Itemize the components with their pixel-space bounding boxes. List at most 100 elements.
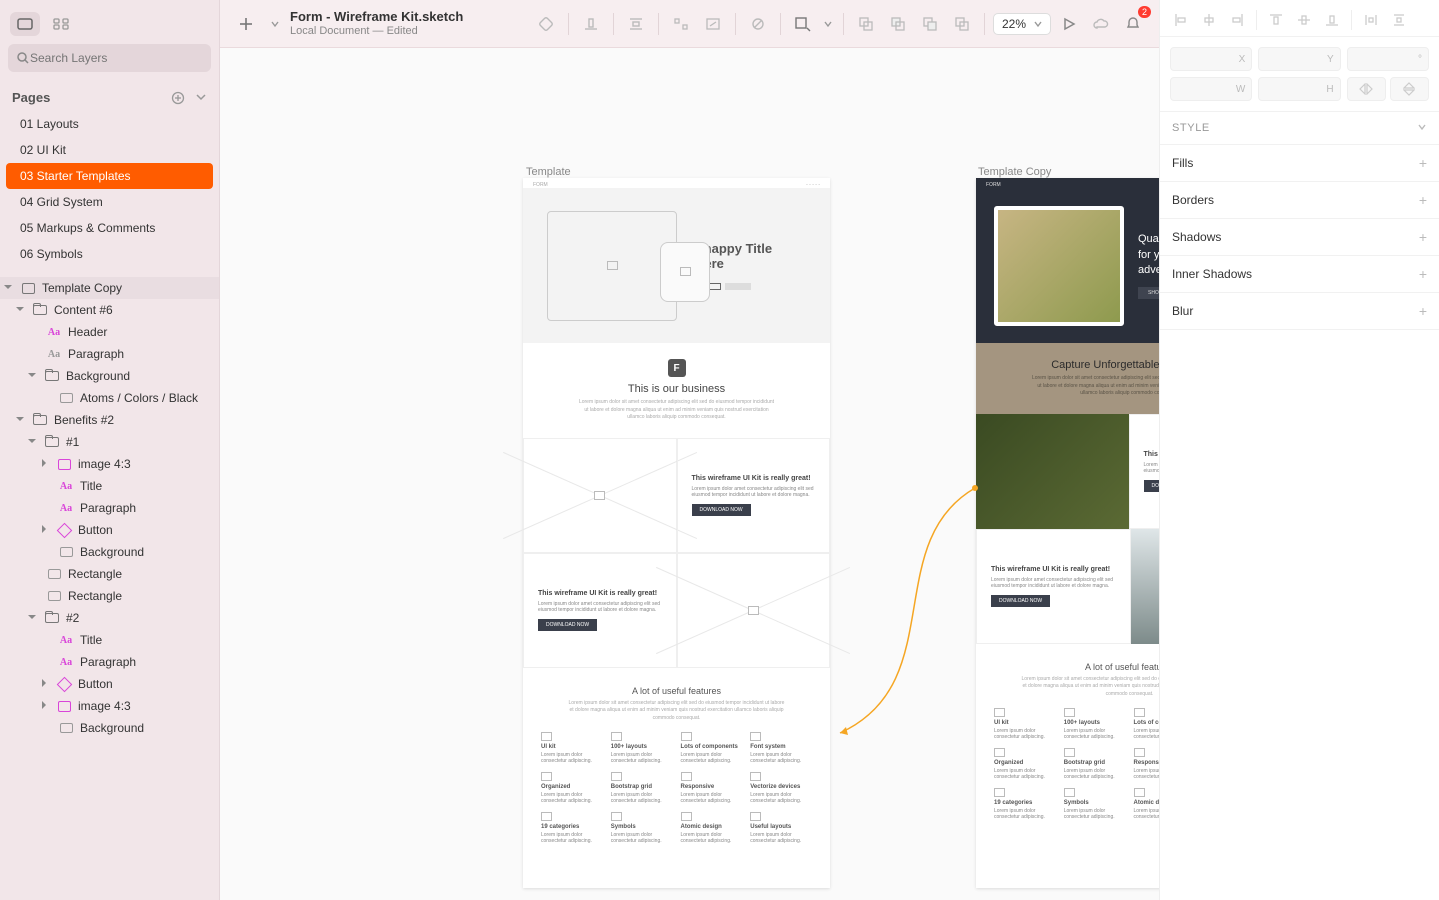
layer-artboard[interactable]: Template Copy [0,277,219,299]
distribute-v-icon[interactable] [1388,10,1410,30]
union-icon[interactable] [852,10,880,38]
artboard-label[interactable]: Template [526,166,571,178]
layers-view-button[interactable] [10,12,40,36]
layer-rect[interactable]: Atoms / Colors / Black [0,387,219,409]
cloud-icon[interactable] [1087,10,1115,38]
mask-icon[interactable] [744,10,772,38]
layers-panel: Template Copy Content #6 AaHeader AaPara… [0,277,219,900]
y-input[interactable]: Y [1258,47,1340,71]
width-input[interactable]: W [1170,77,1252,101]
layer-text[interactable]: AaTitle [0,475,219,497]
difference-icon[interactable] [948,10,976,38]
flip-h-icon[interactable] [1347,77,1386,101]
height-input[interactable]: H [1258,77,1340,101]
layer-symbol[interactable]: Button [0,673,219,695]
feature-item: ResponsiveLorem ipsum dolor consectetur … [1134,748,1160,780]
page-item[interactable]: 02 UI Kit [0,137,219,163]
layer-text[interactable]: AaParagraph [0,343,219,365]
align-center-v-icon[interactable] [1293,10,1315,30]
feature-item: OrganizedLorem ipsum dolor consectetur a… [541,772,603,804]
layer-rect[interactable]: Rectangle [0,563,219,585]
add-page-icon[interactable] [171,91,185,105]
subtract-icon[interactable] [884,10,912,38]
add-shadow-icon[interactable]: + [1419,229,1427,245]
scale-icon[interactable] [699,10,727,38]
tidy-icon[interactable] [667,10,695,38]
insert-dropdown-icon[interactable] [268,10,282,38]
resize-icon[interactable] [789,10,817,38]
add-fill-icon[interactable]: + [1419,155,1427,171]
layer-group[interactable]: Benefits #2 [0,409,219,431]
page-item[interactable]: 06 Symbols [0,241,219,267]
layer-rect[interactable]: Background [0,717,219,739]
page-item[interactable]: 01 Layouts [0,111,219,137]
layer-group[interactable]: #1 [0,431,219,453]
chevron-down-icon [1034,20,1042,28]
layer-group[interactable]: Content #6 [0,299,219,321]
layer-text[interactable]: AaParagraph [0,651,219,673]
search-field[interactable] [8,44,211,72]
insert-button[interactable] [232,10,260,38]
align-icon[interactable] [577,10,605,38]
photo-pinecones [976,414,1129,529]
artboard-template[interactable]: FORM- - - - - Snappy Title Here F This i… [523,178,830,888]
artboard-label[interactable]: Template Copy [978,166,1051,178]
feature-item: Atomic designLorem ipsum dolor consectet… [1134,788,1160,820]
distribute-h-icon[interactable] [1360,10,1382,30]
notifications-icon[interactable]: 2 [1119,10,1147,38]
wf-topnav: FORM- - - - - [523,178,830,188]
align-top-icon[interactable] [1265,10,1287,30]
inner-shadows-row[interactable]: Inner Shadows+ [1160,256,1439,293]
page-item-selected[interactable]: 03 Starter Templates [6,163,213,189]
preview-icon[interactable] [1055,10,1083,38]
borders-row[interactable]: Borders+ [1160,182,1439,219]
page-item[interactable]: 05 Markups & Comments [0,215,219,241]
flip-v-icon[interactable] [1390,77,1429,101]
align-right-icon[interactable] [1226,10,1248,30]
feature-item: Bootstrap gridLorem ipsum dolor consecte… [611,772,673,804]
feature-item: SymbolsLorem ipsum dolor consectetur adi… [1064,788,1126,820]
align-left-icon[interactable] [1170,10,1192,30]
feature-item: UI kitLorem ipsum dolor consectetur adip… [541,732,603,764]
fills-row[interactable]: Fills+ [1160,145,1439,182]
toolbar: Form - Wireframe Kit.sketch Local Docume… [220,0,1159,48]
angle-input[interactable]: ° [1347,47,1429,71]
add-border-icon[interactable]: + [1419,192,1427,208]
hero-image [994,206,1124,326]
shadows-row[interactable]: Shadows+ [1160,219,1439,256]
layer-text[interactable]: AaHeader [0,321,219,343]
blur-row[interactable]: Blur+ [1160,293,1439,330]
layer-text[interactable]: AaTitle [0,629,219,651]
feature-item: Atomic designLorem ipsum dolor consectet… [681,812,743,844]
layer-image[interactable]: image 4:3 [0,695,219,717]
layer-text[interactable]: AaParagraph [0,497,219,519]
layer-symbol[interactable]: Button [0,519,219,541]
collapse-pages-icon[interactable] [195,91,207,105]
layer-group[interactable]: #2 [0,607,219,629]
align-center-h-icon[interactable] [1198,10,1220,30]
add-blur-icon[interactable]: + [1419,303,1427,319]
feature-item: 100+ layoutsLorem ipsum dolor consectetu… [1064,708,1126,740]
create-symbol-icon[interactable] [532,10,560,38]
layer-group[interactable]: Background [0,365,219,387]
search-icon [16,51,30,65]
components-view-button[interactable] [46,12,76,36]
layer-image[interactable]: image 4:3 [0,453,219,475]
feature-item: Vectorize devicesLorem ipsum dolor conse… [750,772,812,804]
layer-rect[interactable]: Background [0,541,219,563]
feature-item: Bootstrap gridLorem ipsum dolor consecte… [1064,748,1126,780]
intersect-icon[interactable] [916,10,944,38]
add-inner-shadow-icon[interactable]: + [1419,266,1427,282]
canvas[interactable]: Template Template Copy FORM- - - - - Sna… [220,48,1159,900]
x-input[interactable]: X [1170,47,1252,71]
chevron-down-icon[interactable] [1417,122,1427,132]
distribute-icon[interactable] [622,10,650,38]
feature-item: UI kitLorem ipsum dolor consectetur adip… [994,708,1056,740]
zoom-select[interactable]: 22% [993,13,1051,35]
resize-dropdown-icon[interactable] [821,10,835,38]
search-input[interactable] [30,51,203,65]
page-item[interactable]: 04 Grid System [0,189,219,215]
layer-rect[interactable]: Rectangle [0,585,219,607]
align-bottom-icon[interactable] [1321,10,1343,30]
artboard-template-copy[interactable]: FORM- - - - - Quality videos for your ou… [976,178,1159,888]
